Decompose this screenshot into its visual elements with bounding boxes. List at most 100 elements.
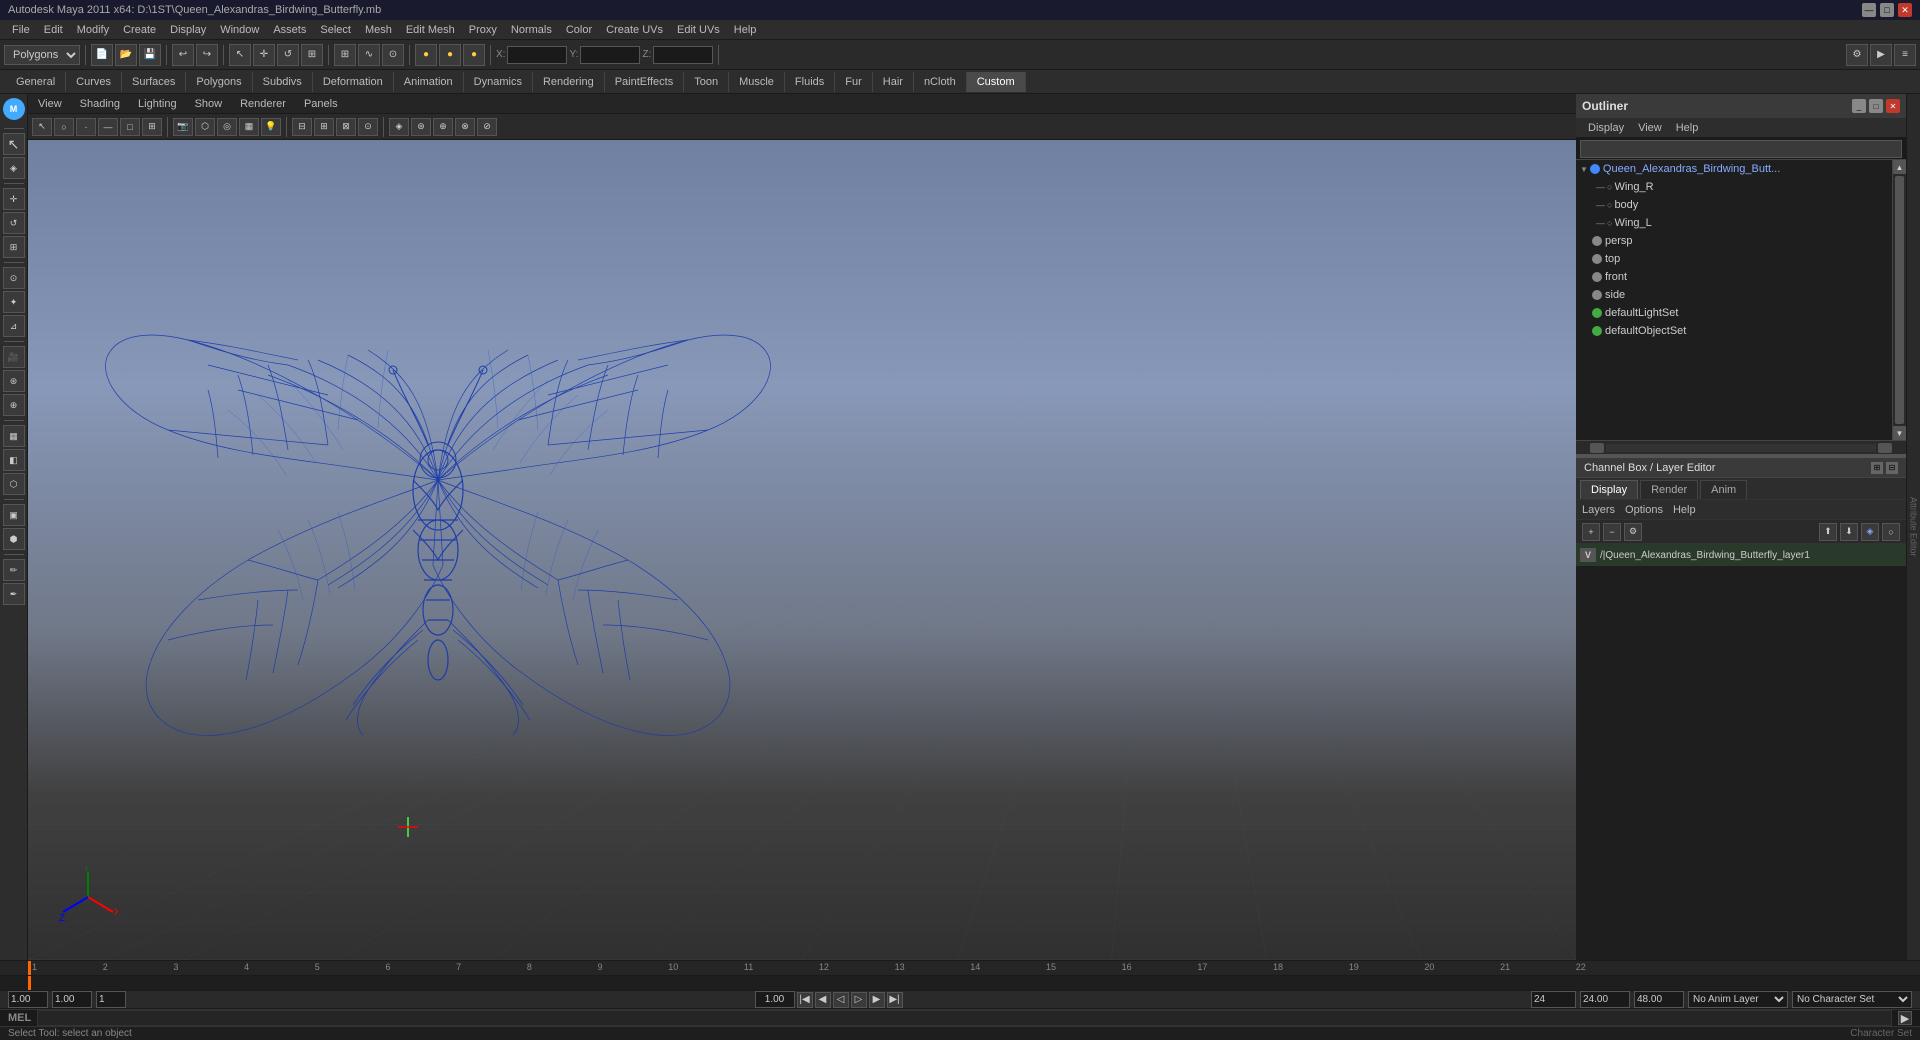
options-button[interactable]: ≡ xyxy=(1894,44,1916,66)
play-forward-button[interactable]: ▷ xyxy=(851,992,867,1008)
vp-select-button[interactable]: ↖ xyxy=(32,118,52,136)
menu-select[interactable]: Select xyxy=(314,22,357,38)
vp-isolate-button[interactable]: ⊟ xyxy=(292,118,312,136)
vp-textured-button[interactable]: ▦ xyxy=(239,118,259,136)
layer-row-butterfly[interactable]: V /|Queen_Alexandras_Birdwing_Butterfly_… xyxy=(1576,544,1906,566)
vp-grid-button[interactable]: ⊞ xyxy=(314,118,334,136)
tab-ncloth[interactable]: nCloth xyxy=(914,72,967,92)
vp-menu-show[interactable]: Show xyxy=(191,96,227,112)
tab-dynamics[interactable]: Dynamics xyxy=(464,72,533,92)
tab-toon[interactable]: Toon xyxy=(684,72,729,92)
select-mode-button[interactable]: ↖ xyxy=(3,133,25,155)
tab-animation[interactable]: Animation xyxy=(394,72,464,92)
frame-display[interactable] xyxy=(755,991,795,1008)
snap-curve-button[interactable]: ∿ xyxy=(358,44,380,66)
outliner-search-input[interactable] xyxy=(1580,140,1902,158)
outliner-item-front[interactable]: front xyxy=(1576,268,1892,286)
vp-face-button[interactable]: □ xyxy=(120,118,140,136)
cb-tab-display[interactable]: Display xyxy=(1580,480,1638,499)
maximize-button[interactable]: □ xyxy=(1880,3,1894,17)
vp-resolution-button[interactable]: ⊙ xyxy=(358,118,378,136)
play-back-button[interactable]: ◁ xyxy=(833,992,849,1008)
layer-color-btn[interactable]: ◈ xyxy=(1861,523,1879,541)
mode-select[interactable]: Polygons xyxy=(4,45,80,65)
vp-menu-lighting[interactable]: Lighting xyxy=(134,96,181,112)
menu-edit[interactable]: Edit xyxy=(38,22,69,38)
layer-select-btn[interactable]: ○ xyxy=(1882,523,1900,541)
scroll-left-btn[interactable] xyxy=(1590,443,1604,453)
goto-start-button[interactable]: |◀ xyxy=(797,992,813,1008)
move-tool-button[interactable]: ✛ xyxy=(253,44,275,66)
mel-input[interactable] xyxy=(37,1010,1892,1026)
layer-sort-btn[interactable]: ⬆ xyxy=(1819,523,1837,541)
tab-subdivs[interactable]: Subdivs xyxy=(253,72,313,92)
vp-menu-view[interactable]: View xyxy=(34,96,66,112)
outliner-item-objectset[interactable]: defaultObjectSet xyxy=(1576,322,1892,340)
container-button[interactable]: ⬢ xyxy=(3,528,25,550)
menu-mesh[interactable]: Mesh xyxy=(359,22,398,38)
cb-tab-anim[interactable]: Anim xyxy=(1700,480,1747,499)
menu-file[interactable]: File xyxy=(6,22,36,38)
tab-deformation[interactable]: Deformation xyxy=(313,72,394,92)
tab-polygons[interactable]: Polygons xyxy=(186,72,252,92)
vp-menu-panels[interactable]: Panels xyxy=(300,96,342,112)
redo-button[interactable]: ↪ xyxy=(196,44,218,66)
vp-lights-button[interactable]: 💡 xyxy=(261,118,281,136)
soft-mod-button[interactable]: ⊙ xyxy=(3,267,25,289)
keyframe-area[interactable] xyxy=(0,976,1920,991)
layer-options-btn[interactable]: ⚙ xyxy=(1624,523,1642,541)
outliner-menu-display[interactable]: Display xyxy=(1582,120,1630,136)
menu-normals[interactable]: Normals xyxy=(505,22,558,38)
play-start-input[interactable] xyxy=(52,991,92,1008)
x-input[interactable] xyxy=(507,46,567,64)
orbit-button[interactable]: ⊛ xyxy=(3,370,25,392)
grease-pencil-button[interactable]: ✒ xyxy=(3,583,25,605)
menu-create-uvs[interactable]: Create UVs xyxy=(600,22,669,38)
scroll-thumb[interactable] xyxy=(1895,176,1904,424)
save-file-button[interactable]: 💾 xyxy=(139,44,161,66)
tab-custom[interactable]: Custom xyxy=(967,72,1026,92)
tab-fluids[interactable]: Fluids xyxy=(785,72,835,92)
tab-painteffects[interactable]: PaintEffects xyxy=(605,72,685,92)
menu-edit-mesh[interactable]: Edit Mesh xyxy=(400,22,461,38)
layer-sort2-btn[interactable]: ⬇ xyxy=(1840,523,1858,541)
snap-point-button[interactable]: ⊙ xyxy=(382,44,404,66)
show-manip-button[interactable]: ⊿ xyxy=(3,315,25,337)
tab-fur[interactable]: Fur xyxy=(835,72,873,92)
menu-help[interactable]: Help xyxy=(728,22,763,38)
open-file-button[interactable]: 📂 xyxy=(115,44,137,66)
tab-curves[interactable]: Curves xyxy=(66,72,122,92)
artisan-button[interactable]: ✏ xyxy=(3,559,25,581)
tab-rendering[interactable]: Rendering xyxy=(533,72,605,92)
vp-uvset-button[interactable]: ⊞ xyxy=(142,118,162,136)
vp-extra-2[interactable]: ⊛ xyxy=(411,118,431,136)
outliner-hscroll[interactable] xyxy=(1576,440,1906,454)
range-start-2[interactable] xyxy=(1634,991,1684,1008)
outliner-maximize[interactable]: □ xyxy=(1869,99,1883,113)
vp-menu-shading[interactable]: Shading xyxy=(76,96,124,112)
cb-tab-render[interactable]: Render xyxy=(1640,480,1698,499)
sculpt-button[interactable]: ✦ xyxy=(3,291,25,313)
vp-hud-button[interactable]: ⊠ xyxy=(336,118,356,136)
render-settings-button[interactable]: ⚙ xyxy=(1846,44,1868,66)
anim-layer-select[interactable]: No Anim Layer xyxy=(1688,991,1788,1008)
timeline-ruler[interactable]: 1 2 3 4 5 6 7 8 9 10 11 12 13 14 15 16 1 xyxy=(0,961,1920,976)
cb-menu-layers[interactable]: Layers xyxy=(1582,504,1615,516)
vp-extra-5[interactable]: ⊘ xyxy=(477,118,497,136)
pan-button[interactable]: ⊕ xyxy=(3,394,25,416)
undo-button[interactable]: ↩ xyxy=(172,44,194,66)
menu-modify[interactable]: Modify xyxy=(71,22,115,38)
menu-proxy[interactable]: Proxy xyxy=(463,22,503,38)
outliner-vscroll[interactable]: ▲ ▼ xyxy=(1892,160,1906,440)
light-3-button[interactable]: ● xyxy=(463,44,485,66)
vp-extra-3[interactable]: ⊕ xyxy=(433,118,453,136)
cb-menu-options[interactable]: Options xyxy=(1625,504,1663,516)
mel-submit[interactable]: ▶ xyxy=(1898,1011,1912,1025)
paint-select-button[interactable]: ◈ xyxy=(3,157,25,179)
move-button[interactable]: ✛ xyxy=(3,188,25,210)
cb-ctrl-1[interactable]: ⊞ xyxy=(1871,462,1883,474)
vp-extra-1[interactable]: ◈ xyxy=(389,118,409,136)
tab-muscle[interactable]: Muscle xyxy=(729,72,785,92)
anim-start-input[interactable] xyxy=(8,991,48,1008)
vp-wireframe-button[interactable]: ⬡ xyxy=(195,118,215,136)
